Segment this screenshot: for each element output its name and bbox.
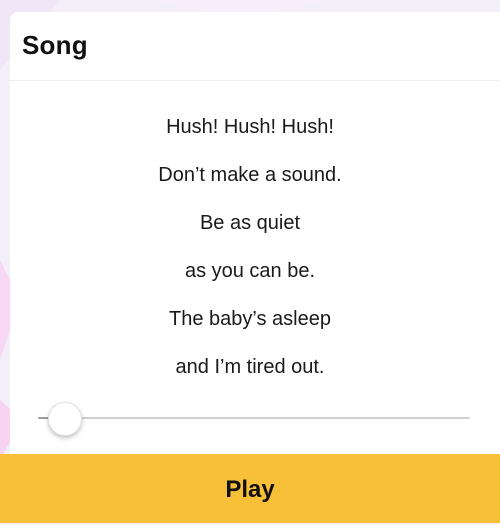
lyric-line: as you can be. <box>184 260 316 282</box>
progress-slider[interactable] <box>38 400 470 436</box>
slider-thumb[interactable] <box>48 402 82 436</box>
lyric-line: Be as quiet <box>199 212 301 234</box>
lyric-line: The baby’s asleep <box>169 308 331 330</box>
card-title: Song <box>22 30 88 60</box>
title-divider <box>10 80 500 81</box>
lyric-line: and I’m tired out. <box>175 356 325 378</box>
lyric-line: Don’t make a sound. <box>158 164 342 186</box>
play-button[interactable]: Play <box>0 454 500 523</box>
slider-track[interactable] <box>66 417 470 419</box>
lyric-line: Hush! Hush! Hush! <box>166 116 334 138</box>
